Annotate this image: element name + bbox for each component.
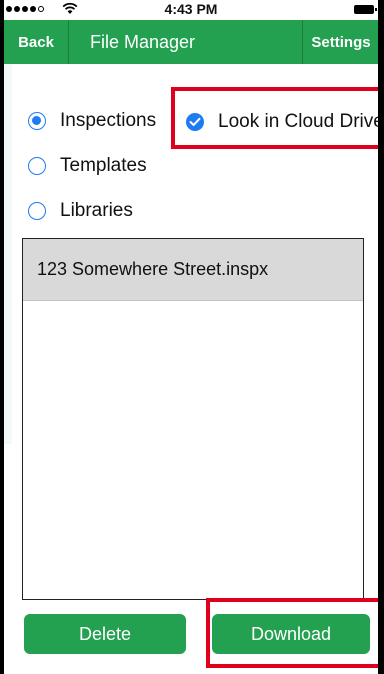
radio-unselected-icon: [28, 157, 46, 175]
radio-libraries-label: Libraries: [60, 200, 133, 221]
radio-unselected-icon: [28, 202, 46, 220]
battery-icon: [354, 5, 377, 14]
highlight-box-cloud: [171, 87, 378, 149]
radio-libraries[interactable]: Libraries: [28, 197, 133, 225]
status-time: 4:43 PM: [164, 1, 218, 17]
radio-templates-label: Templates: [60, 155, 147, 176]
file-name: 123 Somewhere Street.inspx: [37, 259, 269, 279]
status-bar: 4:43 PM: [4, 0, 378, 20]
radio-templates[interactable]: Templates: [28, 152, 147, 180]
back-button[interactable]: Back: [4, 20, 69, 64]
highlight-box-download: [206, 598, 378, 668]
nav-bar: Back File Manager Settings: [4, 20, 378, 64]
settings-button[interactable]: Settings: [302, 20, 379, 64]
device-frame-right: [378, 0, 384, 674]
radio-selected-icon: [28, 112, 46, 130]
delete-button[interactable]: Delete: [24, 614, 186, 654]
radio-inspections-label: Inspections: [60, 110, 157, 131]
list-item[interactable]: 123 Somewhere Street.inspx: [23, 239, 363, 301]
left-edge-stripe: [4, 64, 12, 444]
radio-inspections[interactable]: Inspections: [28, 107, 156, 135]
page-title: File Manager: [90, 32, 196, 52]
file-list[interactable]: 123 Somewhere Street.inspx: [22, 238, 364, 600]
